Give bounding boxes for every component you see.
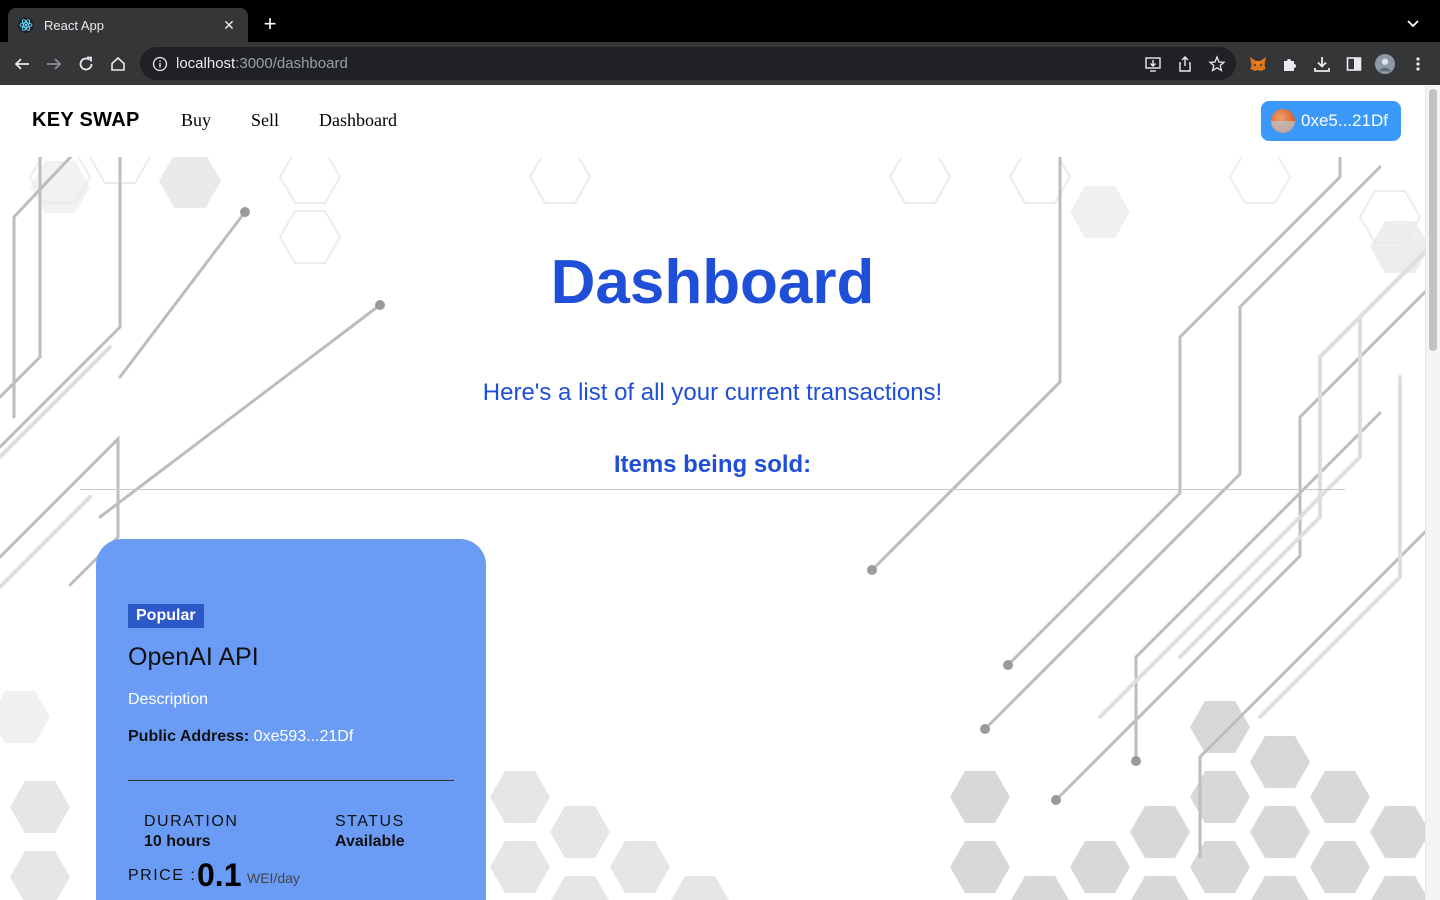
section-heading: Items being sold:: [613, 451, 812, 478]
price-value: 0.1: [197, 857, 242, 893]
url-host: localhost: [176, 55, 236, 72]
metamask-fox-icon[interactable]: [1248, 54, 1268, 74]
new-tab-icon[interactable]: +: [258, 13, 282, 37]
duration-value: 10 hours: [144, 833, 211, 850]
address-label: Public Address:: [128, 728, 250, 745]
more-vert-icon[interactable]: [1408, 54, 1428, 74]
page-scrollbar[interactable]: [1425, 85, 1440, 900]
status-value: Available: [335, 833, 405, 850]
url-text: localhost:3000/dashboard: [176, 55, 348, 72]
browser-tab[interactable]: React App ✕: [8, 8, 248, 42]
navbar: KEY SWAP Buy Sell Dashboard 0xe5...21Df: [0, 85, 1425, 157]
section-divider: [80, 489, 1345, 490]
info-icon[interactable]: [152, 56, 168, 72]
share-icon[interactable]: [1176, 55, 1194, 73]
price-label: PRICE :: [128, 867, 197, 884]
nav-link-dashboard[interactable]: Dashboard: [319, 110, 397, 131]
listing-title: OpenAI API: [128, 643, 259, 671]
tab-title: React App: [44, 17, 104, 33]
price-unit: WEI/day: [247, 870, 300, 886]
extensions-puzzle-icon[interactable]: [1280, 54, 1300, 74]
back-icon[interactable]: [9, 51, 35, 77]
page: KEY SWAP Buy Sell Dashboard 0xe5...21Df …: [0, 85, 1425, 900]
profile-avatar[interactable]: [1375, 54, 1395, 74]
side-panel-icon[interactable]: [1344, 54, 1364, 74]
nav-link-sell[interactable]: Sell: [251, 110, 279, 131]
duration-label: DURATION: [144, 813, 239, 830]
home-icon[interactable]: [105, 51, 131, 77]
url-path: :3000/dashboard: [235, 55, 348, 72]
page-title: Dashboard: [550, 248, 875, 317]
close-icon[interactable]: ✕: [220, 16, 238, 34]
browser-tabstrip: React App ✕ +: [0, 0, 1440, 42]
chevron-down-icon[interactable]: [1404, 14, 1422, 32]
page-subtitle: Here's a list of all your current transa…: [482, 379, 943, 406]
listing-address: Public Address: 0xe593...21Df: [128, 728, 353, 746]
popular-badge: Popular: [128, 604, 204, 628]
listing-description: Description: [128, 691, 209, 708]
wallet-address: 0xe5...21Df: [1301, 111, 1388, 130]
nav-link-buy[interactable]: Buy: [181, 110, 211, 131]
reload-icon[interactable]: [73, 51, 99, 77]
status-label: STATUS: [335, 813, 405, 830]
browser-toolbar: localhost:3000/dashboard: [0, 42, 1440, 85]
wallet-avatar: [1271, 109, 1295, 133]
react-icon: [18, 17, 34, 33]
wallet-account-button[interactable]: 0xe5...21Df: [1261, 101, 1401, 141]
address-value: 0xe593...21Df: [253, 728, 354, 745]
listing-card[interactable]: Popular OpenAI API Description Public Ad…: [96, 539, 486, 900]
scrollbar-thumb[interactable]: [1429, 89, 1437, 351]
forward-icon[interactable]: [41, 51, 67, 77]
bookmark-star-icon[interactable]: [1208, 55, 1226, 73]
install-app-icon[interactable]: [1144, 55, 1162, 73]
brand-logo[interactable]: KEY SWAP: [32, 109, 140, 132]
card-divider: [128, 780, 454, 781]
download-icon[interactable]: [1312, 54, 1332, 74]
address-bar[interactable]: localhost:3000/dashboard: [140, 47, 1236, 80]
